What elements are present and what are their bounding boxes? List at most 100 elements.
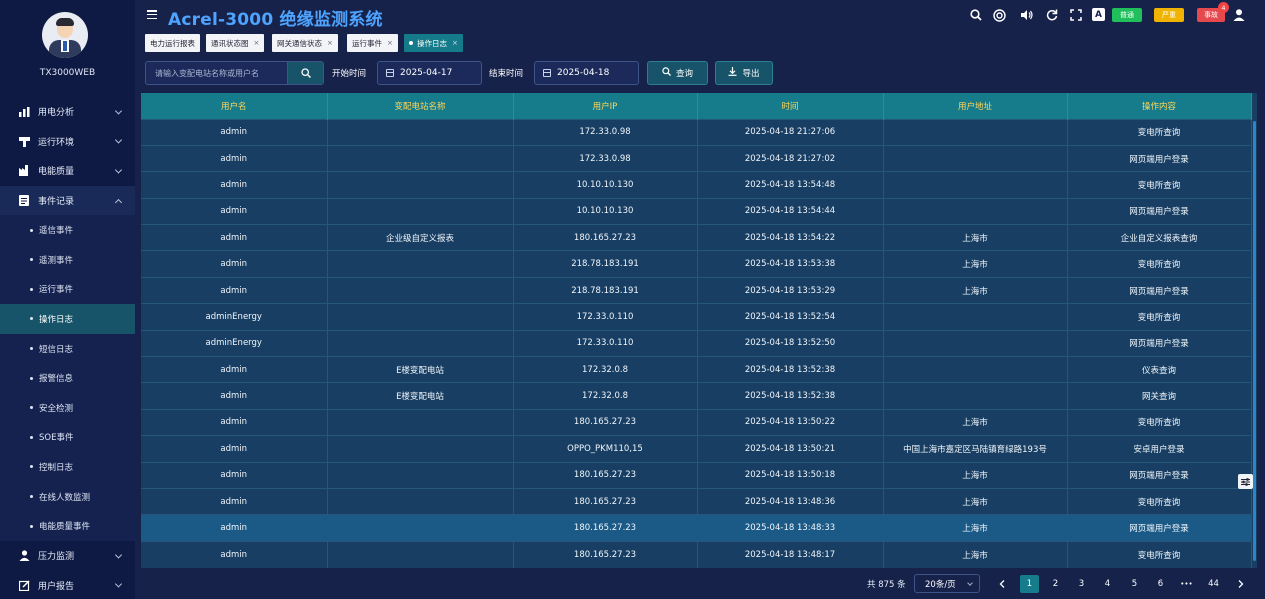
prev-page-button[interactable] <box>992 575 1011 593</box>
table-row[interactable]: adminEnergy 172.33.0.110 2025-04-18 13:52:… <box>141 303 1252 331</box>
page-button[interactable]: 5 <box>1125 575 1144 593</box>
chevron-down-icon <box>114 580 123 588</box>
close-icon[interactable]: × <box>254 39 260 47</box>
sidebar-subitem-sms-log[interactable]: 短信日志 <box>0 333 135 364</box>
page-button[interactable]: 2 <box>1046 575 1065 593</box>
tab-comm-status[interactable]: 通讯状态图 × <box>206 34 265 52</box>
sidebar-item-power-analysis[interactable]: 用电分析 <box>0 97 135 127</box>
table-cell <box>883 197 1068 225</box>
column-settings-icon[interactable] <box>1238 474 1253 489</box>
sidebar-item-event-records[interactable]: 事件记录 <box>0 185 135 216</box>
sidebar-item-power-quality[interactable]: 电能质量 <box>0 156 135 186</box>
tab-run-events[interactable]: 运行事件 × <box>347 34 398 52</box>
table-cell: admin <box>141 487 328 515</box>
user-icon[interactable] <box>1232 8 1246 22</box>
table-row[interactable]: admin 172.33.0.98 2025-04-18 21:27:02 网页端用户… <box>141 144 1252 172</box>
search-input[interactable] <box>146 62 289 84</box>
sidebar-subitem-operation-log[interactable]: 操作日志 <box>0 304 135 334</box>
table-cell: 上海市 <box>883 408 1068 436</box>
table-row[interactable]: admin 10.10.10.130 2025-04-18 13:54:44 网页端用… <box>141 197 1252 225</box>
search-icon <box>300 68 311 78</box>
page-button[interactable]: 3 <box>1072 575 1091 593</box>
table-cell: 变电所查询 <box>1067 171 1252 199</box>
table-cell: adminEnergy <box>141 303 328 331</box>
support-icon[interactable] <box>992 8 1006 22</box>
table-cell: 变电所查询 <box>1067 487 1252 515</box>
volume-icon[interactable] <box>1019 8 1033 22</box>
sidebar-subitem-control-log[interactable]: 控制日志 <box>0 452 135 482</box>
page-button[interactable]: 44 <box>1204 575 1223 593</box>
refresh-icon[interactable] <box>1045 8 1059 22</box>
table-row[interactable]: admin 172.33.0.98 2025-04-18 21:27:06 变电所查询 <box>141 118 1252 146</box>
sidebar-subitem-pq-events[interactable]: 电能质量事件 <box>0 511 135 541</box>
table-cell <box>883 171 1068 199</box>
font-size-icon[interactable]: A <box>1092 8 1105 21</box>
sidebar-item-label: 运行环境 <box>38 137 75 148</box>
sidebar-subitem-remote-signal[interactable]: 遥信事件 <box>0 215 135 245</box>
factory-icon <box>18 165 30 177</box>
menu-toggle-icon[interactable] <box>147 10 157 20</box>
table-row[interactable]: admin 180.165.27.23 2025-04-18 13:48:17 上海市… <box>141 540 1252 568</box>
table-cell <box>883 144 1068 172</box>
table-row[interactable]: admin 180.165.27.23 2025-04-18 13:48:33 上海市… <box>141 514 1252 542</box>
table-row[interactable]: admin E楼变配电站 172.32.0.8 2025-04-18 13:52:38… <box>141 356 1252 383</box>
close-icon[interactable]: × <box>327 39 333 47</box>
table-row[interactable]: admin 180.165.27.23 2025-04-18 13:48:36 上海市… <box>141 487 1252 515</box>
table-cell <box>327 487 514 515</box>
export-button[interactable]: 导出 <box>715 61 773 85</box>
table-row[interactable]: admin 企业级自定义报表 180.165.27.23 2025-04-18 13:… <box>141 224 1252 251</box>
table-cell: adminEnergy <box>141 329 328 357</box>
column-header: 操作内容 <box>1067 93 1252 119</box>
table-cell: admin <box>141 197 328 225</box>
sidebar-item-environment[interactable]: 运行环境 <box>0 127 135 157</box>
sidebar-subitem-soe-events[interactable]: SOE事件 <box>0 422 135 453</box>
page-button[interactable]: 1 <box>1020 575 1039 593</box>
tab-gateway-status[interactable]: 网关通信状态 × <box>272 34 338 52</box>
search-icon[interactable] <box>969 8 983 22</box>
close-icon[interactable]: × <box>452 39 458 47</box>
table-row[interactable]: admin 218.78.183.191 2025-04-18 13:53:29 上海… <box>141 276 1252 304</box>
sidebar-subitem-safety-check[interactable]: 安全检测 <box>0 392 135 423</box>
close-icon[interactable]: × <box>387 39 393 47</box>
table-row[interactable]: admin 180.165.27.23 2025-04-18 13:50:22 上海市… <box>141 408 1252 436</box>
table-row[interactable]: admin 10.10.10.130 2025-04-18 13:54:48 变电所查… <box>141 171 1252 199</box>
table-cell: 2025-04-18 13:48:36 <box>697 487 884 515</box>
page-size-select[interactable]: 20条/页 <box>914 574 980 593</box>
more-pages-icon[interactable]: ••• <box>1177 575 1196 593</box>
tab-power-report[interactable]: 电力运行报表 <box>145 34 200 52</box>
page-button[interactable]: 4 <box>1098 575 1117 593</box>
query-button[interactable]: 查询 <box>647 61 708 85</box>
vertical-scrollbar[interactable] <box>1253 121 1256 561</box>
end-date-picker[interactable]: 2025-04-18 <box>534 61 639 85</box>
severe-alarm-badge[interactable]: 严重 <box>1154 8 1184 22</box>
search-button[interactable] <box>287 62 323 84</box>
table-row[interactable]: admin E楼变配电站 172.32.0.8 2025-04-18 13:52:38… <box>141 382 1252 410</box>
table-cell: 上海市 <box>883 514 1068 542</box>
table-cell: admin <box>141 118 328 146</box>
person-icon <box>18 550 30 562</box>
sidebar-subitem-alarm-info[interactable]: 报警信息 <box>0 363 135 393</box>
table-cell: admin <box>141 276 328 304</box>
table-row[interactable]: admin OPPO_PKM110,15 2025-04-18 13:50:21 中国… <box>141 435 1252 463</box>
normal-alarm-badge[interactable]: 普通 <box>1112 8 1142 22</box>
start-date-picker[interactable]: 2025-04-17 <box>377 61 482 85</box>
sidebar-subitem-online-users[interactable]: 在线人数监测 <box>0 481 135 512</box>
avatar[interactable] <box>42 12 88 58</box>
sidebar-item-pressure-monitoring[interactable]: 压力监测 <box>0 541 135 571</box>
header: Acrel-3000 绝缘监测系统 A 普通 严重 事故 4 <box>135 0 1265 32</box>
sidebar-item-label: 用电分析 <box>38 108 75 119</box>
table-row[interactable]: admin 218.78.183.191 2025-04-18 13:53:38 上海… <box>141 250 1252 278</box>
sidebar-item-user-report[interactable]: 用户报告 <box>0 571 135 599</box>
page-button[interactable]: 6 <box>1151 575 1170 593</box>
table-row[interactable]: admin 180.165.27.23 2025-04-18 13:50:18 上海市… <box>141 461 1252 489</box>
sidebar-subitem-telemetry[interactable]: 遥测事件 <box>0 244 135 275</box>
table-row[interactable]: adminEnergy 172.33.0.110 2025-04-18 13:52:… <box>141 329 1252 357</box>
table-cell: 2025-04-18 13:52:54 <box>697 303 884 331</box>
next-page-button[interactable] <box>1231 575 1250 593</box>
fullscreen-icon[interactable] <box>1069 8 1083 22</box>
fault-count-badge: 4 <box>1218 2 1229 13</box>
tab-operation-log[interactable]: 操作日志 × <box>404 34 463 52</box>
table-cell <box>327 144 514 172</box>
sidebar-subitem-run-events[interactable]: 运行事件 <box>0 274 135 305</box>
filter-toolbar: 开始时间 2025-04-17 结束时间 2025-04-18 查询 导出 <box>135 56 1265 91</box>
